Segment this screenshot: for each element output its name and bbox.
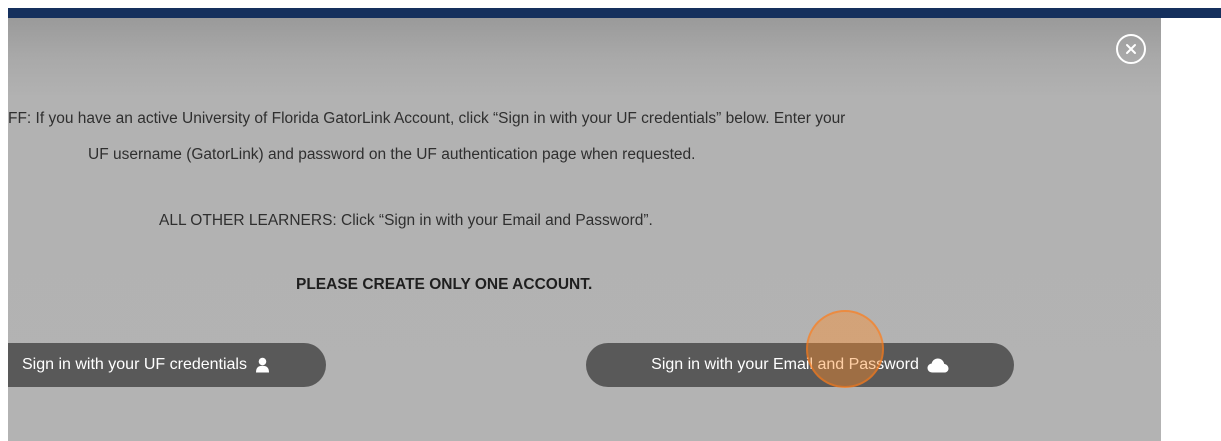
page: FF: If you have an active University of … bbox=[0, 0, 1221, 441]
sign-in-uf-button[interactable]: Sign in with your UF credentials bbox=[8, 343, 326, 387]
close-button[interactable] bbox=[1116, 34, 1146, 64]
single-account-warning: PLEASE CREATE ONLY ONE ACCOUNT. bbox=[296, 276, 593, 293]
uf-instructions-line-1: FF: If you have an active University of … bbox=[8, 110, 846, 127]
top-band bbox=[0, 0, 1221, 8]
sign-in-email-button[interactable]: Sign in with your Email and Password bbox=[586, 343, 1014, 387]
login-modal: FF: If you have an active University of … bbox=[8, 18, 1161, 441]
other-learners-instructions: ALL OTHER LEARNERS: Click “Sign in with … bbox=[159, 212, 653, 229]
sign-in-email-label: Sign in with your Email and Password bbox=[651, 356, 919, 373]
user-icon bbox=[255, 357, 270, 373]
close-icon bbox=[1126, 44, 1136, 54]
header-bar bbox=[8, 8, 1221, 18]
uf-instructions-line-2: UF username (GatorLink) and password on … bbox=[88, 146, 696, 163]
page-background-right bbox=[1161, 18, 1221, 441]
sign-in-uf-label: Sign in with your UF credentials bbox=[22, 356, 247, 373]
left-edge bbox=[0, 8, 8, 441]
cloud-icon bbox=[927, 358, 949, 373]
